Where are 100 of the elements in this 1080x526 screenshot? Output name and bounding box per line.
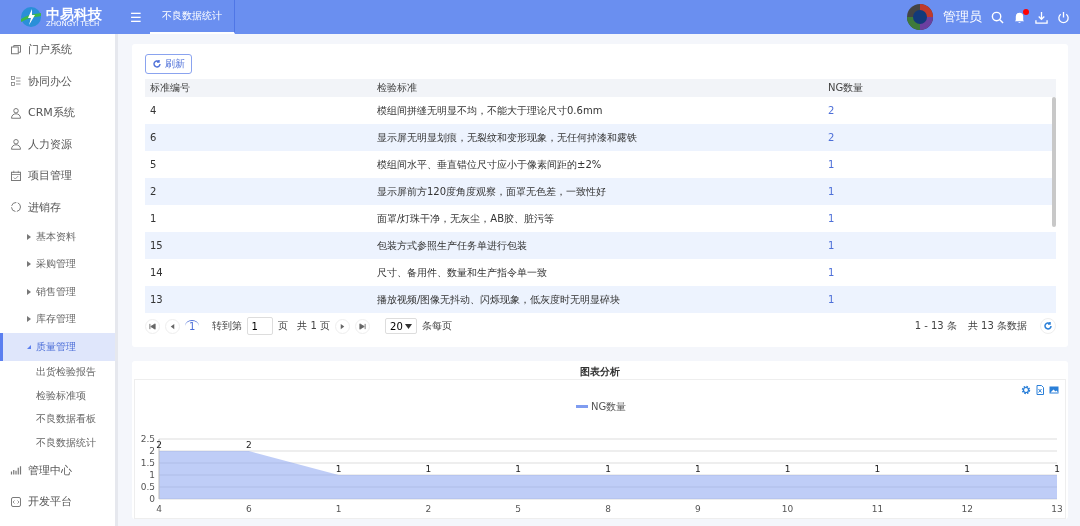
page-input[interactable]: 1 — [247, 317, 274, 335]
sidebar-item[interactable]: 门户系统 — [0, 34, 115, 66]
chart-title: 图表分析 — [579, 365, 621, 379]
table-cell-text: 6 — [150, 132, 158, 143]
sidebar-item[interactable]: 协同办公 — [0, 65, 115, 97]
search-icon[interactable] — [991, 10, 1004, 24]
table-cell-text: 15 — [150, 240, 164, 251]
table-cell-text: 面罩/灯珠干净，无灰尘，AB胶、脏污等 — [377, 211, 556, 226]
table-cell-text: 播放视频/图像无抖动、闪烁现象，低灰度时无明显碎块 — [377, 292, 622, 307]
data-label: 1 — [605, 464, 611, 474]
table-cell-text: 1 — [828, 294, 836, 305]
sidebar-item[interactable]: 管理中心 — [0, 454, 115, 486]
x-tick-label: 9 — [694, 504, 701, 514]
y-tick-label: 0.5 — [140, 482, 155, 492]
y-tick-label: 0 — [149, 494, 155, 504]
data-label: 1 — [874, 464, 881, 474]
next-page-button[interactable] — [335, 318, 351, 334]
page-size-label: 条每页 — [422, 319, 453, 333]
x-tick-label: 12 — [961, 504, 973, 514]
sidebar-subitem[interactable]: 质量管理 — [0, 333, 115, 361]
sidebar-item[interactable]: CRM系统 — [0, 97, 115, 129]
table-cell-text: 包装方式参照生产任务单进行包装 — [377, 238, 528, 253]
person-icon — [10, 138, 22, 151]
chart-legend[interactable]: NG数量 — [576, 401, 627, 412]
excel-file-icon[interactable] — [1035, 385, 1045, 395]
x-tick-label: 4 — [156, 504, 162, 514]
table-cell-text: 2 — [828, 132, 836, 143]
table-cell-text: 1 — [150, 213, 158, 224]
sidebar-subitem[interactable]: 库存管理 — [0, 305, 115, 333]
refresh-icon — [152, 59, 162, 69]
list-icon — [10, 75, 22, 88]
scrollbar[interactable] — [1052, 97, 1056, 227]
last-page-button[interactable] — [355, 318, 371, 334]
x-tick-label: 8 — [605, 504, 611, 514]
x-tick-label: 6 — [245, 504, 252, 514]
calendar-icon — [10, 169, 22, 182]
data-label: 1 — [425, 464, 432, 474]
current-page[interactable]: 1 — [185, 320, 200, 332]
bell-icon[interactable] — [1013, 10, 1026, 24]
prev-page-button[interactable] — [165, 318, 180, 334]
table-cell-text: 2 — [828, 105, 836, 116]
goto-label: 转到第 — [212, 319, 243, 333]
circle-icon — [10, 201, 22, 214]
reload-button[interactable] — [1040, 318, 1056, 334]
data-label: 1 — [694, 464, 701, 474]
column-header: 标准编号 — [150, 81, 191, 95]
sidebar-subitem[interactable]: 基本资料 — [0, 223, 115, 251]
x-tick-label: 1 — [335, 504, 342, 514]
refresh-button[interactable]: 刷新 — [145, 54, 192, 74]
table-cell-text: 模组间拼缝无明显不均，不能大于理论尺寸0.6mm — [377, 103, 604, 118]
data-label: 1 — [1054, 464, 1060, 474]
sidebar-link[interactable]: 出货检验报告 — [0, 360, 115, 384]
sidebar-link[interactable]: 不良数据统计 — [0, 431, 115, 455]
triangle-right-icon — [339, 322, 347, 330]
sidebar-subitem[interactable]: 销售管理 — [0, 278, 115, 306]
image-icon[interactable] — [1049, 385, 1059, 395]
sidebar-link[interactable]: 检验标准项 — [0, 384, 115, 408]
table-cell-text: 1 — [828, 186, 836, 197]
triangle-right-icon — [26, 316, 32, 323]
x-tick-label: 13 — [1051, 504, 1063, 514]
y-tick-label: 2 — [149, 446, 155, 456]
page-size-select[interactable]: 20 — [385, 318, 418, 334]
sidebar-item[interactable]: 项目管理 — [0, 160, 115, 192]
sidebar-link[interactable]: 不良数据看板 — [0, 407, 115, 431]
legend-label: NG数量 — [591, 401, 627, 412]
page-unit: 页 — [278, 319, 289, 333]
data-label: 1 — [964, 464, 971, 474]
data-label: 2 — [245, 440, 252, 450]
column-header: NG数量 — [828, 81, 865, 95]
data-label: 2 — [156, 440, 162, 450]
triangle-down-icon — [26, 343, 32, 350]
y-tick-label: 2.5 — [140, 434, 155, 444]
power-icon[interactable] — [1057, 10, 1070, 24]
avatar-icon[interactable] — [906, 3, 934, 31]
y-tick-label: 1.5 — [140, 458, 155, 468]
table-cell-text: 显示屏无明显划痕，无裂纹和变形现象，无任何掉漆和露铁 — [377, 130, 638, 145]
record-total: 共 13 条数据 — [967, 319, 1027, 333]
triangle-right-icon — [26, 261, 32, 268]
sidebar-item[interactable]: 进销存 — [0, 191, 115, 223]
sidebar-subitem[interactable]: 采购管理 — [0, 250, 115, 278]
triangle-right-icon — [26, 288, 32, 295]
table-cell-text: 显示屏前方120度角度观察，面罩无色差，一致性好 — [377, 184, 608, 199]
caret-down-icon — [405, 323, 413, 329]
y-tick-label: 1 — [149, 470, 155, 480]
refresh-icon — [1043, 321, 1053, 331]
data-label: 1 — [335, 464, 342, 474]
person-icon — [10, 106, 22, 119]
first-page-button[interactable] — [145, 318, 160, 334]
table-cell-text: 13 — [150, 294, 164, 305]
table-cell-text: 4 — [150, 105, 158, 116]
triangle-right-icon — [26, 233, 32, 240]
logo-icon — [20, 6, 42, 28]
triangle-left-icon — [169, 322, 176, 330]
download-icon[interactable] — [1035, 10, 1048, 24]
last-page-icon — [359, 322, 367, 330]
sidebar-item[interactable]: 开发平台 — [0, 486, 115, 518]
sidebar-item[interactable]: 人力资源 — [0, 128, 115, 160]
first-page-icon — [149, 322, 156, 330]
record-range: 1 - 13 条 — [914, 319, 957, 333]
settings-icon[interactable] — [1021, 385, 1031, 395]
